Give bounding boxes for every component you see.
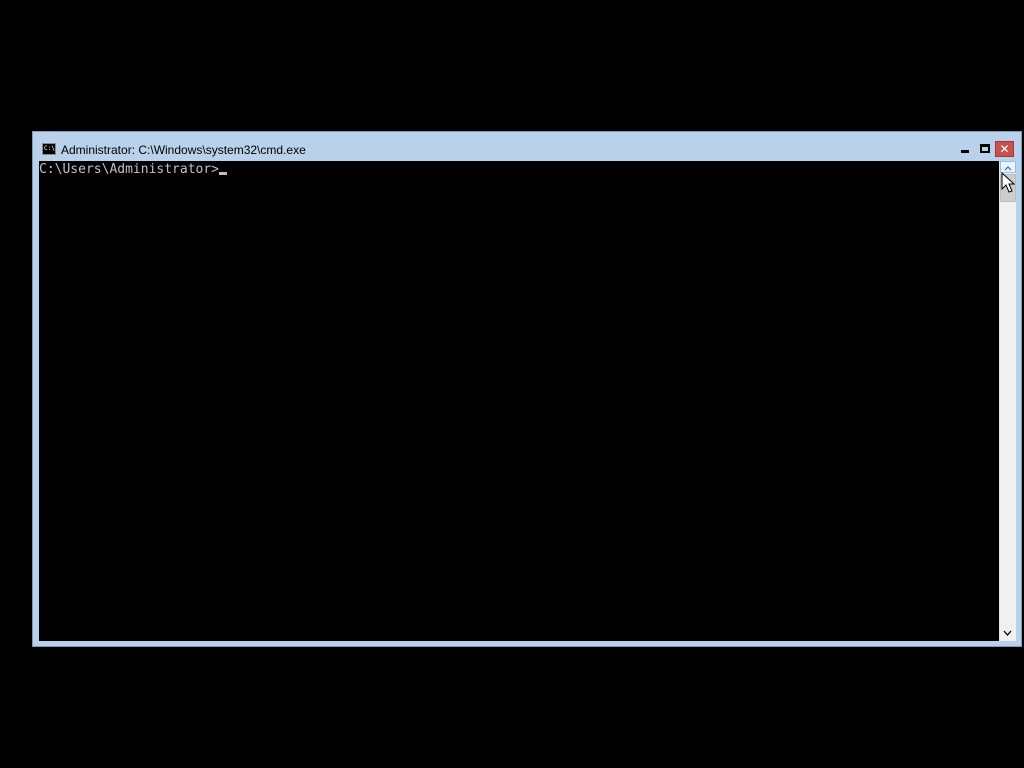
maximize-icon [980,144,990,153]
cmd-console-icon[interactable]: C:\ [42,143,56,155]
console-prompt-line: C:\Users\Administrator> [39,162,228,178]
minimize-icon [961,150,969,153]
scroll-up-arrow-icon [1004,166,1012,171]
maximize-button[interactable] [976,141,994,157]
text-cursor [219,172,228,175]
console-output-area[interactable]: C:\Users\Administrator> [39,161,999,641]
scroll-down-button[interactable] [1000,625,1016,641]
desktop-background: C:\ Administrator: C:\Windows\system32\c… [0,0,1024,768]
minimize-button[interactable] [956,141,974,157]
window-title: Administrator: C:\Windows\system32\cmd.e… [61,143,306,157]
close-icon: ✕ [999,142,1010,156]
mouse-pointer-icon [1001,172,1015,193]
title-bar[interactable]: C:\ Administrator: C:\Windows\system32\c… [33,132,1021,161]
command-prompt: C:\Users\Administrator> [39,162,220,177]
cmd-window[interactable]: C:\ Administrator: C:\Windows\system32\c… [32,131,1022,647]
scroll-down-arrow-icon [1003,630,1012,636]
close-button[interactable]: ✕ [995,141,1014,157]
cmd-icon-glyph: C:\ [44,145,55,152]
vertical-scrollbar[interactable] [999,161,1016,641]
